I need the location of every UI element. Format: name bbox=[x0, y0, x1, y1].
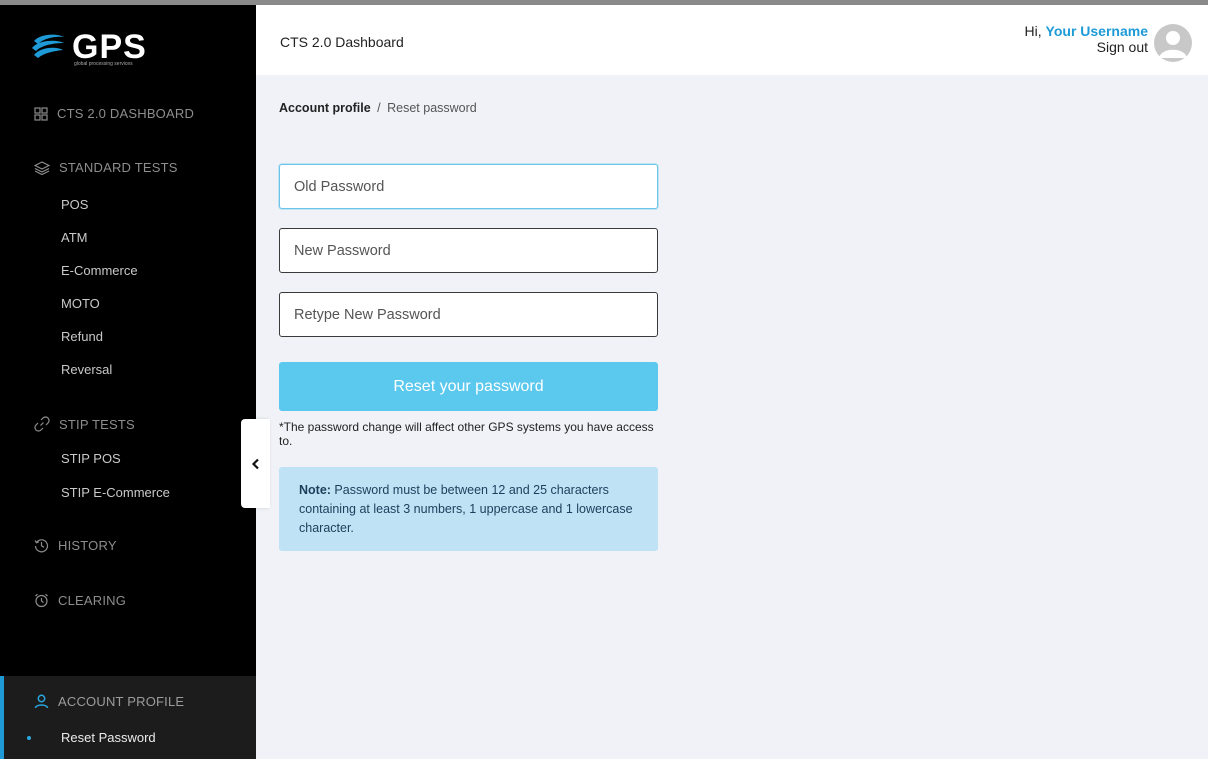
breadcrumb: Account profile / Reset password bbox=[279, 101, 477, 115]
alarm-clock-icon bbox=[35, 593, 48, 608]
sidebar-section-standard-tests[interactable]: STANDARD TESTS bbox=[34, 160, 178, 175]
sidebar-section-label: STIP TESTS bbox=[59, 416, 135, 432]
user-menu: Hi, Your Username Sign out bbox=[1025, 23, 1148, 55]
sidebar-item-label: ACCOUNT PROFILE bbox=[58, 694, 185, 709]
username-link[interactable]: Your Username bbox=[1046, 23, 1148, 39]
page-title: CTS 2.0 Dashboard bbox=[280, 34, 404, 50]
reset-password-button[interactable]: Reset your password bbox=[279, 362, 658, 411]
sidebar-item-stip-ecommerce[interactable]: STIP E-Commerce bbox=[61, 485, 170, 500]
avatar-icon[interactable] bbox=[1154, 24, 1192, 62]
note-label: Note: bbox=[299, 483, 331, 497]
chevron-left-icon bbox=[251, 458, 259, 469]
sidebar-item-ecommerce[interactable]: E-Commerce bbox=[61, 263, 138, 278]
sidebar-item-dashboard[interactable]: CTS 2.0 DASHBOARD bbox=[34, 106, 194, 121]
history-icon bbox=[34, 539, 49, 553]
gps-swoosh-icon bbox=[32, 34, 64, 58]
sidebar-collapse-button[interactable] bbox=[241, 419, 270, 508]
sidebar-section-label: STANDARD TESTS bbox=[59, 160, 178, 175]
active-bullet bbox=[27, 736, 31, 740]
note-text: Password must be between 12 and 25 chara… bbox=[299, 483, 633, 535]
sidebar-section-stip-tests[interactable]: STIP TESTS bbox=[34, 416, 135, 432]
layers-icon bbox=[34, 160, 50, 175]
greeting: Hi, bbox=[1024, 23, 1042, 39]
breadcrumb-current: Reset password bbox=[387, 101, 477, 115]
link-icon bbox=[34, 416, 50, 432]
breadcrumb-separator: / bbox=[377, 101, 381, 115]
sidebar-item-account-profile[interactable]: ACCOUNT PROFILE bbox=[34, 694, 184, 709]
sidebar-item-refund[interactable]: Refund bbox=[61, 329, 103, 344]
password-rules-note: Note: Password must be between 12 and 25… bbox=[279, 467, 658, 551]
old-password-field[interactable] bbox=[279, 164, 658, 209]
breadcrumb-account-profile[interactable]: Account profile bbox=[279, 101, 371, 115]
retype-password-field[interactable] bbox=[279, 292, 658, 337]
password-change-hint: *The password change will affect other G… bbox=[279, 420, 654, 448]
sidebar-item-history[interactable]: HISTORY bbox=[34, 538, 117, 553]
sidebar-section-account-profile: ACCOUNT PROFILE Reset Password bbox=[0, 676, 256, 759]
sidebar-item-clearing[interactable]: CLEARING bbox=[34, 593, 126, 608]
sign-out-link[interactable]: Sign out bbox=[1025, 39, 1148, 55]
gps-logo[interactable]: GPS global processing services bbox=[30, 25, 147, 69]
sidebar: GPS global processing services CTS 2.0 D… bbox=[0, 0, 256, 759]
top-bar: CTS 2.0 Dashboard Hi, Your Username Sign… bbox=[256, 0, 1208, 75]
sidebar-item-atm[interactable]: ATM bbox=[61, 230, 87, 245]
sidebar-item-reversal[interactable]: Reversal bbox=[61, 362, 112, 377]
sidebar-item-stip-pos[interactable]: STIP POS bbox=[61, 451, 121, 466]
sidebar-item-moto[interactable]: MOTO bbox=[61, 296, 100, 311]
grid-icon bbox=[34, 106, 48, 121]
new-password-field[interactable] bbox=[279, 228, 658, 273]
sidebar-item-label: HISTORY bbox=[58, 538, 117, 553]
sidebar-item-label: CTS 2.0 DASHBOARD bbox=[57, 106, 195, 121]
logo-text: GPS bbox=[72, 28, 147, 66]
sidebar-item-reset-password[interactable]: Reset Password bbox=[61, 730, 156, 745]
logo-tagline: global processing services bbox=[74, 61, 133, 67]
user-icon bbox=[34, 694, 49, 709]
sidebar-item-pos[interactable]: POS bbox=[61, 197, 88, 212]
sidebar-item-label: CLEARING bbox=[58, 593, 127, 608]
